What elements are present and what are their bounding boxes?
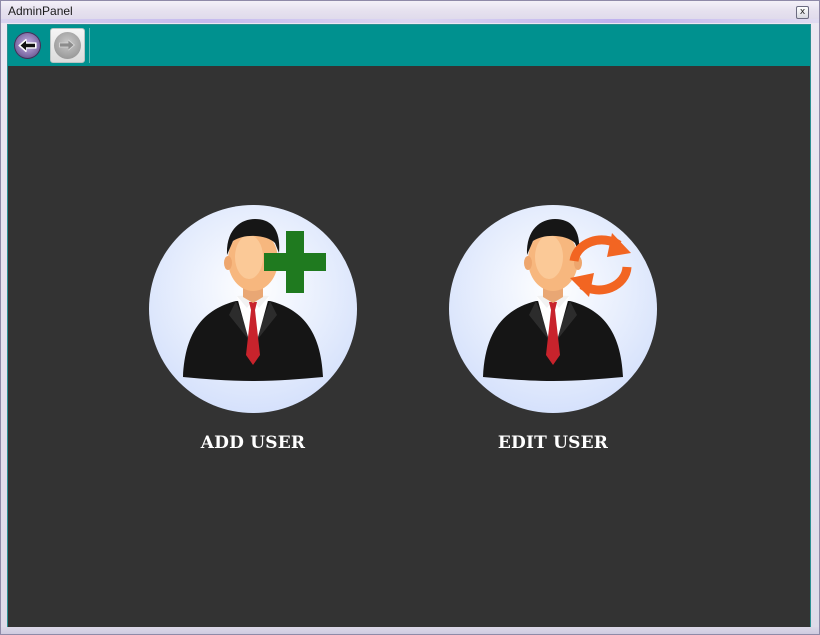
close-button[interactable]: x: [796, 6, 809, 19]
forward-arrow-icon: [59, 39, 76, 51]
plus-icon: [264, 231, 326, 293]
toolbar-separator: [89, 28, 90, 63]
add-user-icon[interactable]: [149, 205, 357, 413]
title-bar[interactable]: AdminPanel x: [1, 1, 819, 23]
window-title: AdminPanel: [8, 4, 73, 18]
back-arrow-icon: [18, 38, 37, 53]
edit-user-tile[interactable]: EDIT USER: [443, 205, 663, 453]
add-user-tile[interactable]: ADD USER: [143, 205, 363, 453]
admin-panel-window: AdminPanel x ADD USER EDIT USER: [0, 0, 820, 635]
refresh-icon: [569, 233, 632, 297]
forward-button[interactable]: [50, 28, 85, 63]
navigation-toolbar: [8, 25, 810, 66]
back-button[interactable]: [10, 28, 45, 63]
main-content: ADD USER EDIT USER: [7, 24, 811, 628]
window-bottom-border: [1, 627, 819, 634]
edit-user-label[interactable]: EDIT USER: [443, 433, 663, 453]
edit-user-icon[interactable]: [449, 205, 657, 413]
add-user-label[interactable]: ADD USER: [143, 433, 363, 453]
